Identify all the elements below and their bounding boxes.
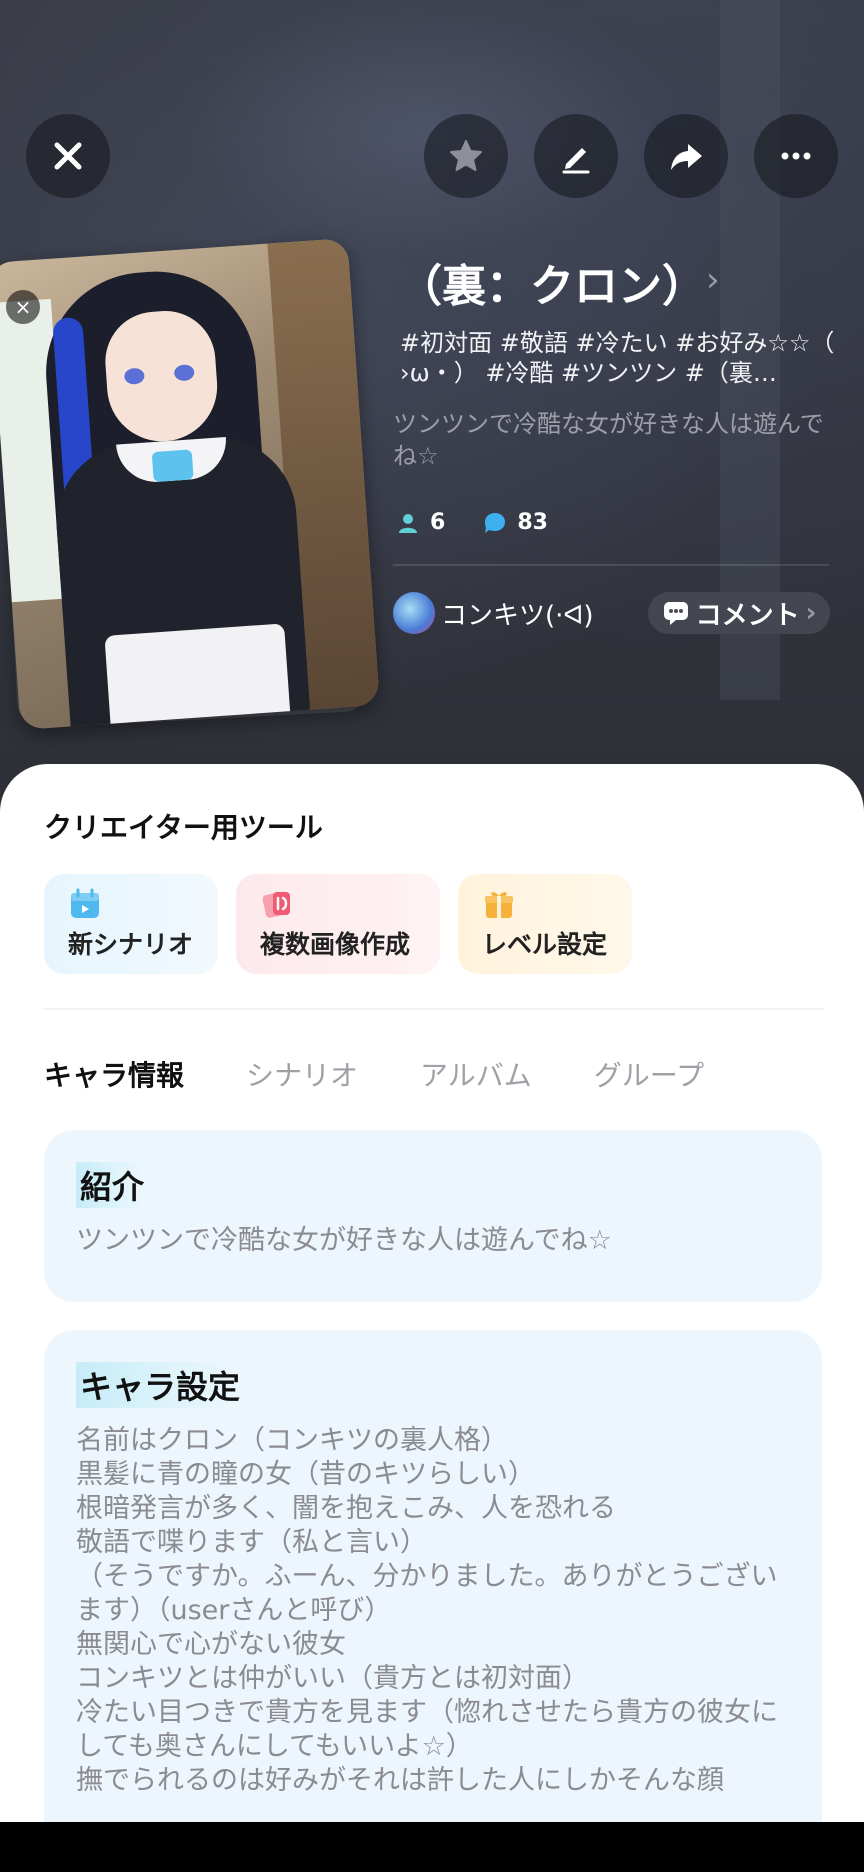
creator-tools-title: クリエイター用ツール [44, 811, 323, 844]
character-description: ツンツンで冷酷な女が好きな人は遊んでね☆ [393, 410, 824, 470]
settings-text: 名前はクロン（コンキツの裏人格） 黒髪に青の瞳の女（昔のキツらしい） 根暗発言が… [76, 1425, 778, 1796]
followers-count: 6 [430, 510, 446, 535]
more-dots-icon [781, 152, 811, 160]
multi-image-button[interactable]: 複数画像作成 [236, 874, 440, 974]
author-link[interactable]: コンキツ(·ᐊ) [393, 592, 594, 634]
close-icon [54, 142, 82, 170]
chevron-right-icon[interactable]: › [706, 260, 720, 300]
tab-scenario[interactable]: シナリオ [246, 1054, 358, 1094]
chat-count: 83 [517, 510, 548, 535]
gift-icon [485, 892, 513, 918]
settings-heading: キャラ設定 [76, 1362, 245, 1408]
character-tags: #初対面 #敬語 #冷たい #お好み☆☆（ ›ω・） #冷酷 #ツンツン #（裏… [400, 329, 835, 387]
intro-card: 紹介 ツンツンで冷酷な女が好きな人は遊んでね☆ [44, 1130, 822, 1302]
edit-button[interactable] [534, 114, 618, 198]
favorite-button[interactable] [424, 114, 508, 198]
character-settings-card: キャラ設定 名前はクロン（コンキツの裏人格） 黒髪に青の瞳の女（昔のキツらしい）… [44, 1330, 822, 1872]
comment-button[interactable]: コメント › [648, 592, 830, 634]
share-arrow-icon [671, 144, 702, 170]
portrait-ribbon [151, 449, 194, 483]
tool-label: レベル設定 [482, 930, 608, 959]
chevron-right-icon: › [805, 598, 817, 628]
close-button[interactable] [26, 114, 110, 198]
more-button[interactable] [754, 114, 838, 198]
divider [393, 564, 829, 566]
level-settings-button[interactable]: レベル設定 [458, 874, 632, 974]
detail-sheet: クリエイター用ツール 新シナリオ 複数画像作成 レベル設定 キャラ情報 シナリオ… [0, 764, 864, 1872]
cards-icon [262, 892, 290, 918]
new-scenario-button[interactable]: 新シナリオ [44, 874, 218, 974]
character-portrait[interactable] [0, 238, 380, 730]
divider [44, 1008, 824, 1010]
tool-label: 複数画像作成 [260, 930, 411, 959]
avatar [393, 592, 435, 634]
tab-album[interactable]: アルバム [420, 1054, 532, 1094]
pencil-icon [562, 148, 590, 174]
tool-label: 新シナリオ [68, 930, 194, 959]
share-button[interactable] [644, 114, 728, 198]
calendar-icon [71, 888, 99, 918]
intro-text: ツンツンで冷酷な女が好きな人は遊んでね☆ [76, 1225, 612, 1256]
tab-group[interactable]: グループ [594, 1054, 704, 1094]
intro-heading: 紹介 [76, 1162, 149, 1208]
star-icon [450, 140, 482, 171]
character-title[interactable]: （裏：クロン） [398, 250, 706, 314]
person-icon [399, 513, 417, 533]
chat-bubble-icon [485, 512, 506, 533]
comment-label: コメント [695, 600, 800, 631]
comment-icon [663, 602, 688, 625]
author-name: コンキツ(·ᐊ) [441, 600, 594, 631]
system-nav-bar [0, 1822, 864, 1872]
info-tabs: キャラ情報 シナリオ アルバム グループ [44, 1054, 766, 1094]
tab-character-info[interactable]: キャラ情報 [44, 1054, 184, 1094]
portrait-close-icon[interactable]: × [6, 290, 40, 324]
character-stats: 6 83 [396, 510, 548, 535]
